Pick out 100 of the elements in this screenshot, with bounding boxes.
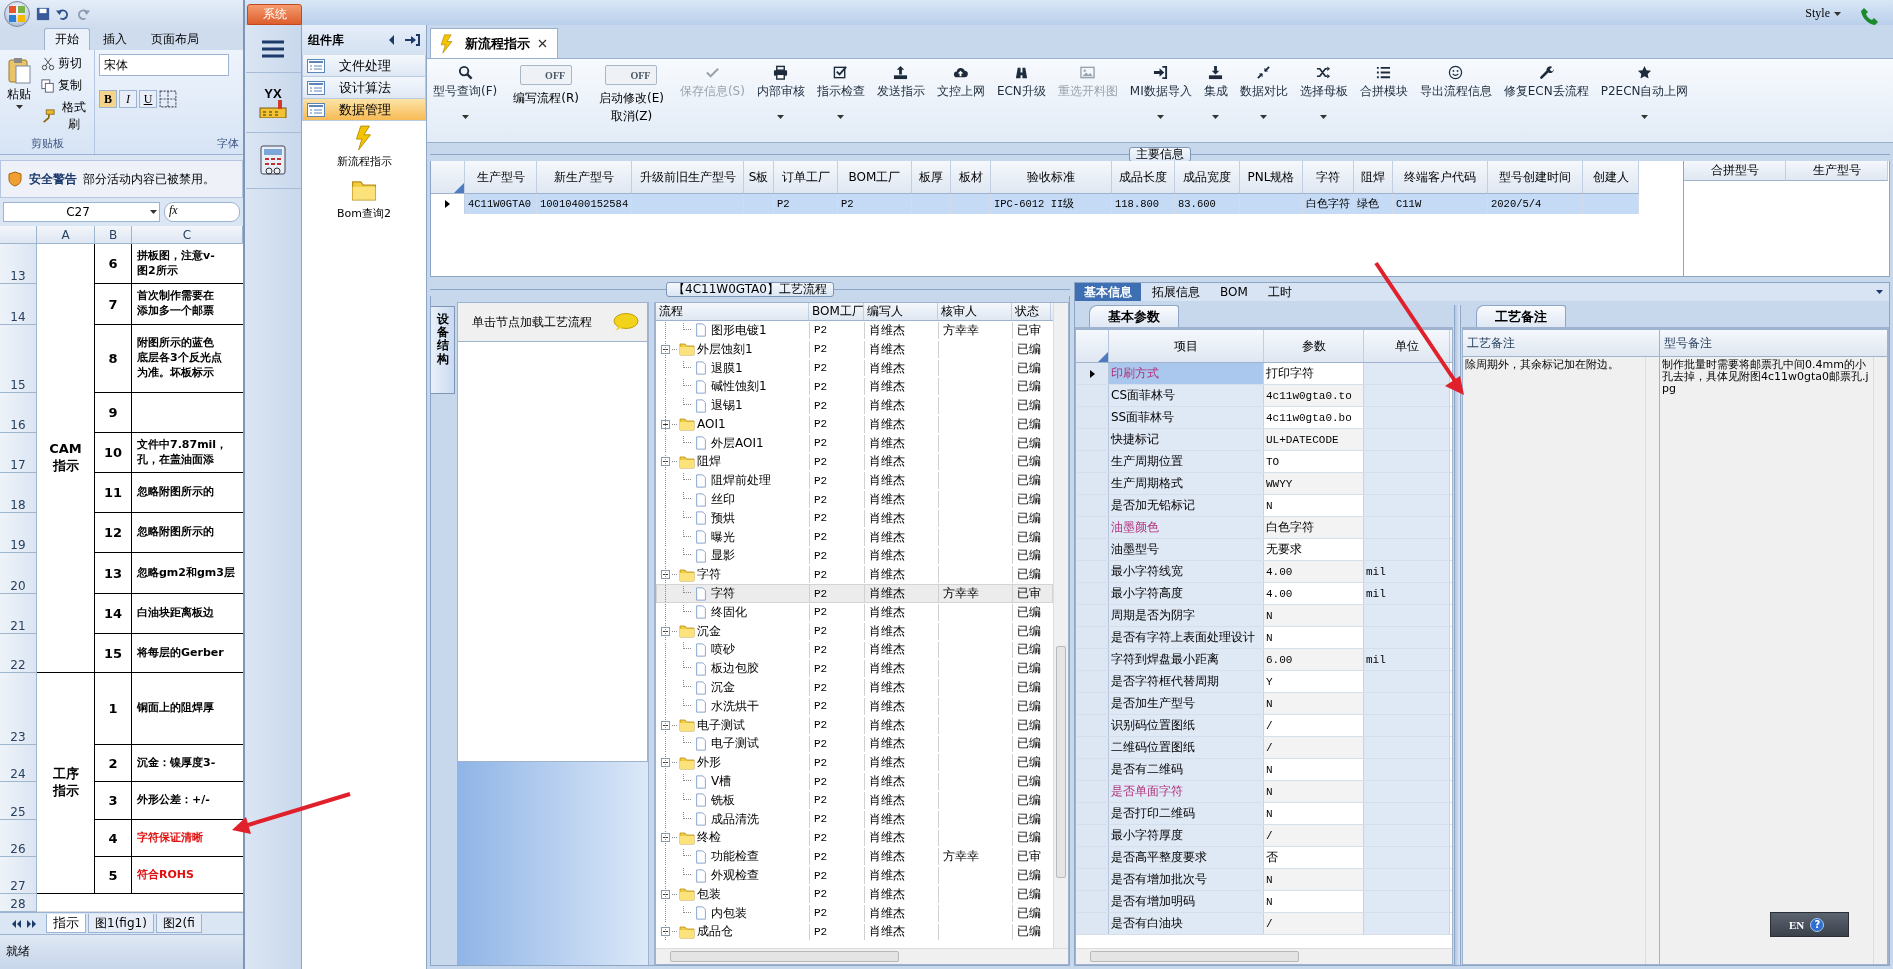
- parameter-row[interactable]: 识别码位置图纸 /: [1076, 715, 1452, 737]
- column-header[interactable]: 单位: [1364, 330, 1450, 362]
- column-header[interactable]: 生产型号: [465, 161, 537, 194]
- toolbar-button[interactable]: 内部审核: [756, 65, 805, 142]
- tree-row[interactable]: 板边包胶 P2 肖维杰 已编: [656, 659, 1053, 679]
- tree-row[interactable]: 成品清洗 P2 肖维杰 已编: [656, 809, 1053, 829]
- parameter-row[interactable]: 油墨颜色 白色字符: [1076, 517, 1452, 539]
- formula-bar[interactable]: fx: [164, 202, 240, 222]
- column-header[interactable]: 升级前旧生产型号: [632, 161, 744, 194]
- component-category[interactable]: 文件处理: [302, 55, 426, 77]
- copy-button[interactable]: 复制: [40, 76, 90, 95]
- tree-row[interactable]: 终固化 P2 肖维杰 已编: [656, 602, 1053, 622]
- tree-row[interactable]: 退膜1 P2 肖维杰 已编: [656, 358, 1053, 378]
- column-header[interactable]: C: [132, 226, 243, 244]
- parameter-row[interactable]: 是否高平整度要求 否: [1076, 847, 1452, 869]
- parameter-row[interactable]: 字符到焊盘最小距离 6.00 mil: [1076, 649, 1452, 671]
- tree-row[interactable]: 水洗烘干 P2 肖维杰 已编: [656, 696, 1053, 716]
- parameter-row[interactable]: 油墨型号 无要求: [1076, 539, 1452, 561]
- tree-row[interactable]: 碱性蚀刻1 P2 肖维杰 已编: [656, 377, 1053, 397]
- horizontal-scrollbar[interactable]: [1076, 948, 1452, 964]
- column-header[interactable]: 编写人: [864, 303, 938, 320]
- panel-tab[interactable]: 工艺备注: [1476, 305, 1566, 327]
- horizontal-scrollbar[interactable]: [656, 948, 1068, 964]
- component-category[interactable]: 数据管理: [302, 99, 426, 121]
- toolbar-button[interactable]: 修复ECN丢流程: [1503, 65, 1589, 142]
- tree-row[interactable]: 功能检查 P2 肖维杰 方幸幸 已审: [656, 847, 1053, 867]
- tree-row[interactable]: 曝光 P2 肖维杰 已编: [656, 527, 1053, 547]
- column-header[interactable]: BOM工厂: [838, 161, 912, 194]
- parameter-row[interactable]: 最小字符高度 4.00 mil: [1076, 583, 1452, 605]
- vertical-scrollbar[interactable]: [1053, 303, 1068, 948]
- parameter-row[interactable]: 是否有二维码 N: [1076, 759, 1452, 781]
- toolbar-button[interactable]: 合拼模块: [1359, 65, 1408, 142]
- tree-row[interactable]: V槽 P2 肖维杰 已编: [656, 772, 1053, 791]
- tree-row[interactable]: 外层AOI1 P2 肖维杰 已编: [656, 433, 1053, 453]
- column-header[interactable]: PNL规格: [1240, 161, 1303, 194]
- column-header[interactable]: 板厚: [912, 161, 951, 194]
- tree-row[interactable]: 字符 P2 肖维杰 已编: [656, 565, 1053, 585]
- style-menu[interactable]: Style: [1799, 5, 1847, 22]
- detail-tab[interactable]: 基本信息: [1075, 283, 1141, 301]
- tree-row[interactable]: 内包装 P2 肖维杰 已编: [656, 903, 1053, 923]
- tree-row[interactable]: 沉金 P2 肖维杰 已编: [656, 621, 1053, 641]
- column-header[interactable]: 新生产型号: [537, 161, 632, 194]
- parameter-row[interactable]: 是否有增加明码 N: [1076, 891, 1452, 913]
- column-header[interactable]: 成品宽度: [1175, 161, 1240, 194]
- tree-row[interactable]: 包装 P2 肖维杰 已编: [656, 884, 1053, 904]
- select-all-corner[interactable]: [0, 226, 37, 244]
- tree-row[interactable]: 显影 P2 肖维杰 已编: [656, 546, 1053, 566]
- toolbar-button[interactable]: 数据对比: [1239, 65, 1288, 142]
- column-header[interactable]: 成品长度: [1112, 161, 1175, 194]
- tree-row[interactable]: 沉金 P2 肖维杰 已编: [656, 678, 1053, 697]
- tree-row[interactable]: 终检 P2 肖维杰 已编: [656, 828, 1053, 848]
- tree-row[interactable]: 阻焊 P2 肖维杰 已编: [656, 452, 1053, 472]
- column-header[interactable]: 型号创建时间: [1488, 161, 1583, 194]
- column-header[interactable]: 订单工厂: [774, 161, 838, 194]
- tree-row[interactable]: 电子测试 P2 肖维杰 已编: [656, 734, 1053, 754]
- parameter-row[interactable]: SS面菲林号 4c11w0gta0.bo: [1076, 407, 1452, 429]
- column-header[interactable]: A: [37, 226, 95, 244]
- paste-button[interactable]: 粘贴: [4, 54, 34, 134]
- name-box[interactable]: C27: [3, 202, 160, 222]
- toolbar-button[interactable]: P2ECN自动上网: [1600, 65, 1689, 142]
- parameter-row[interactable]: 是否加无铅标记 N: [1076, 495, 1452, 517]
- column-header[interactable]: 生产型号: [1786, 161, 1888, 181]
- tree-row[interactable]: 铣板 P2 肖维杰 已编: [656, 790, 1053, 810]
- side-tab[interactable]: 设备结构: [431, 306, 455, 394]
- ribbon-tab[interactable]: 开始: [44, 28, 90, 50]
- toolbar-button[interactable]: 指示检查: [816, 65, 865, 142]
- tree-row[interactable]: 阻焊前处理 P2 肖维杰 已编: [656, 471, 1053, 491]
- tree-row[interactable]: AOI1 P2 肖维杰 已编: [656, 415, 1053, 434]
- toolbar-button[interactable]: 选择母板: [1299, 65, 1348, 142]
- parameter-row[interactable]: 是否有白油块 /: [1076, 913, 1452, 935]
- column-header[interactable]: 板材: [951, 161, 991, 194]
- parameter-row[interactable]: 快捷标记 UL+DATECODE: [1076, 429, 1452, 451]
- toolbar-button[interactable]: 文控上网: [936, 65, 985, 142]
- tree-row[interactable]: 电子测试 P2 肖维杰 已编: [656, 715, 1053, 735]
- column-header[interactable]: 参数: [1264, 330, 1364, 362]
- parameter-row[interactable]: 是否字符框代替周期 Y: [1076, 671, 1452, 693]
- toggle-switch[interactable]: OFF 启动修改(E) 取消(Z): [594, 65, 668, 142]
- parameter-row[interactable]: 生产周期格式 WWYY: [1076, 473, 1452, 495]
- toolbar-button[interactable]: 发送指示: [876, 65, 925, 142]
- parameter-row[interactable]: 是否单面字符 N: [1076, 781, 1452, 803]
- detail-tab[interactable]: 拓展信息: [1143, 283, 1209, 301]
- panel-tab[interactable]: 基本参数: [1089, 305, 1179, 327]
- ribbon-tab[interactable]: 页面布局: [140, 28, 210, 50]
- toolbar-button[interactable]: MI数据导入: [1129, 65, 1192, 142]
- table-row[interactable]: 4C11W0GTA0 10010400152584 P2 P2 IPC-6012 II级 118.800 83.600 白色字符 绿色 C11W 2020/5/4: [431, 194, 1683, 214]
- parameter-row[interactable]: 是否有增加批次号 N: [1076, 869, 1452, 891]
- parameter-row[interactable]: 是否有字符上表面处理设计 N: [1076, 627, 1452, 649]
- parameter-row[interactable]: 是否打印二维码 N: [1076, 803, 1452, 825]
- column-header[interactable]: 状态: [1012, 303, 1051, 320]
- tree-row[interactable]: 退锡1 P2 肖维杰 已编: [656, 396, 1053, 415]
- column-header[interactable]: 字符: [1303, 161, 1354, 194]
- tree-row[interactable]: 外观检查 P2 肖维杰 已编: [656, 866, 1053, 885]
- tree-row[interactable]: 成品仓 P2 肖维杰 已编: [656, 922, 1053, 942]
- toolbar-button[interactable]: ECN升级: [996, 65, 1046, 142]
- sheet-tab[interactable]: 图2(fi: [155, 914, 202, 933]
- column-header[interactable]: BOM工厂: [809, 303, 864, 320]
- column-header[interactable]: B: [95, 226, 132, 244]
- column-header[interactable]: 阻焊: [1354, 161, 1393, 194]
- column-header[interactable]: S板: [744, 161, 774, 194]
- parameter-row[interactable]: CS面菲林号 4c11w0gta0.to: [1076, 385, 1452, 407]
